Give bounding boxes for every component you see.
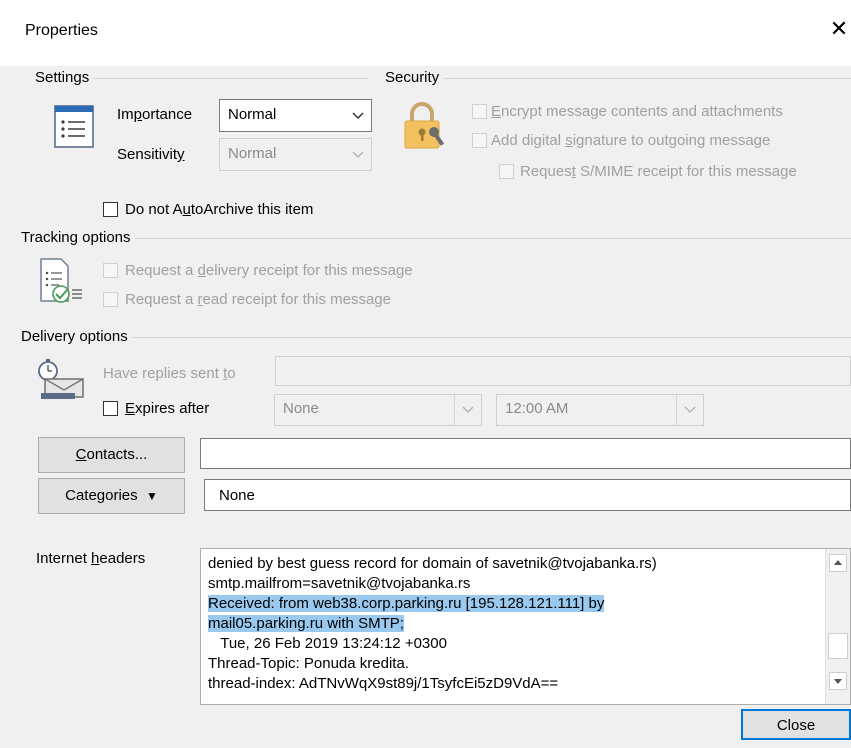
tracking-checklist-icon	[37, 257, 89, 307]
digital-signature-checkbox	[472, 133, 487, 148]
delivery-receipt-checkbox	[103, 263, 118, 278]
headers-scrollbar[interactable]	[825, 549, 850, 704]
tracking-divider	[24, 238, 851, 239]
caret-down-icon: ▼	[146, 489, 158, 503]
autoarchive-checkbox[interactable]	[103, 202, 118, 217]
contacts-button[interactable]: Contacts...	[38, 437, 185, 473]
encrypt-label: Encrypt message contents and attachments	[491, 103, 783, 120]
header-line-selected: Received: from web38.corp.parking.ru [19…	[208, 595, 605, 612]
encrypt-checkbox	[472, 104, 487, 119]
chevron-down-icon	[676, 395, 703, 425]
header-line: thread-index: AdTNvWqX9st89j/1TsyfcEi5zD…	[208, 675, 559, 692]
expires-date-select: None	[274, 394, 482, 426]
autoarchive-label: Do not AutoArchive this item	[125, 201, 314, 218]
sensitivity-label: Sensitivity	[117, 146, 185, 163]
sensitivity-select: Normal	[219, 138, 372, 171]
settings-group-label: Settings	[35, 69, 94, 86]
sensitivity-value: Normal	[228, 145, 277, 162]
dialog-title: Properties	[25, 22, 98, 39]
timer-envelope-icon	[36, 357, 90, 403]
security-group-label: Security	[385, 69, 444, 86]
title-bar	[0, 0, 851, 66]
security-divider	[388, 78, 851, 79]
tracking-group-label: Tracking options	[21, 229, 135, 246]
replies-to-field	[275, 356, 851, 386]
scroll-thumb[interactable]	[828, 633, 848, 659]
categories-value: None	[219, 487, 255, 504]
expires-after-label: Expires after	[125, 400, 210, 417]
chevron-down-icon	[345, 100, 371, 131]
message-settings-icon	[52, 104, 96, 150]
read-receipt-checkbox	[103, 292, 118, 307]
smime-receipt-label: Request S/MIME receipt for this message	[520, 163, 797, 180]
close-icon[interactable]: ✕	[828, 16, 850, 42]
header-line: Tue, 26 Feb 2019 13:24:12 +0300	[208, 635, 447, 652]
close-button[interactable]: Close	[741, 709, 851, 740]
categories-button[interactable]: Categories ▼	[38, 478, 185, 514]
expires-time-value: 12:00 AM	[505, 400, 569, 417]
chevron-down-icon	[345, 139, 371, 170]
scroll-down-icon[interactable]	[829, 672, 847, 690]
header-line-selected: mail05.parking.ru with SMTP;	[208, 615, 404, 632]
smime-receipt-checkbox	[499, 164, 514, 179]
categories-field[interactable]: None	[204, 479, 851, 511]
importance-value: Normal	[228, 106, 277, 123]
digital-signature-label: Add digital signature to outgoing messag…	[491, 132, 771, 149]
expires-date-value: None	[283, 400, 319, 417]
header-line: smtp.mailfrom=savetnik@tvojabanka.rs	[208, 575, 471, 592]
importance-select[interactable]: Normal	[219, 99, 372, 132]
replies-to-label: Have replies sent to	[103, 365, 236, 382]
lock-key-icon	[400, 100, 450, 152]
read-receipt-label: Request a read receipt for this message	[125, 291, 391, 308]
expires-after-checkbox[interactable]	[103, 401, 118, 416]
delivery-divider	[24, 337, 851, 338]
header-line: denied by best guess record for domain o…	[208, 555, 657, 572]
contacts-field[interactable]	[200, 438, 851, 469]
scroll-up-icon[interactable]	[829, 554, 847, 572]
delivery-receipt-label: Request a delivery receipt for this mess…	[125, 262, 413, 279]
headers-content: denied by best guess record for domain o…	[208, 554, 657, 694]
expires-time-select: 12:00 AM	[496, 394, 704, 426]
header-line: Thread-Topic: Ponuda kredita.	[208, 655, 409, 672]
internet-headers-label: Internet headers	[36, 550, 146, 567]
internet-headers-textarea[interactable]: denied by best guess record for domain o…	[200, 548, 851, 705]
chevron-down-icon	[454, 395, 481, 425]
importance-label: Importance	[117, 106, 193, 123]
delivery-group-label: Delivery options	[21, 328, 132, 345]
